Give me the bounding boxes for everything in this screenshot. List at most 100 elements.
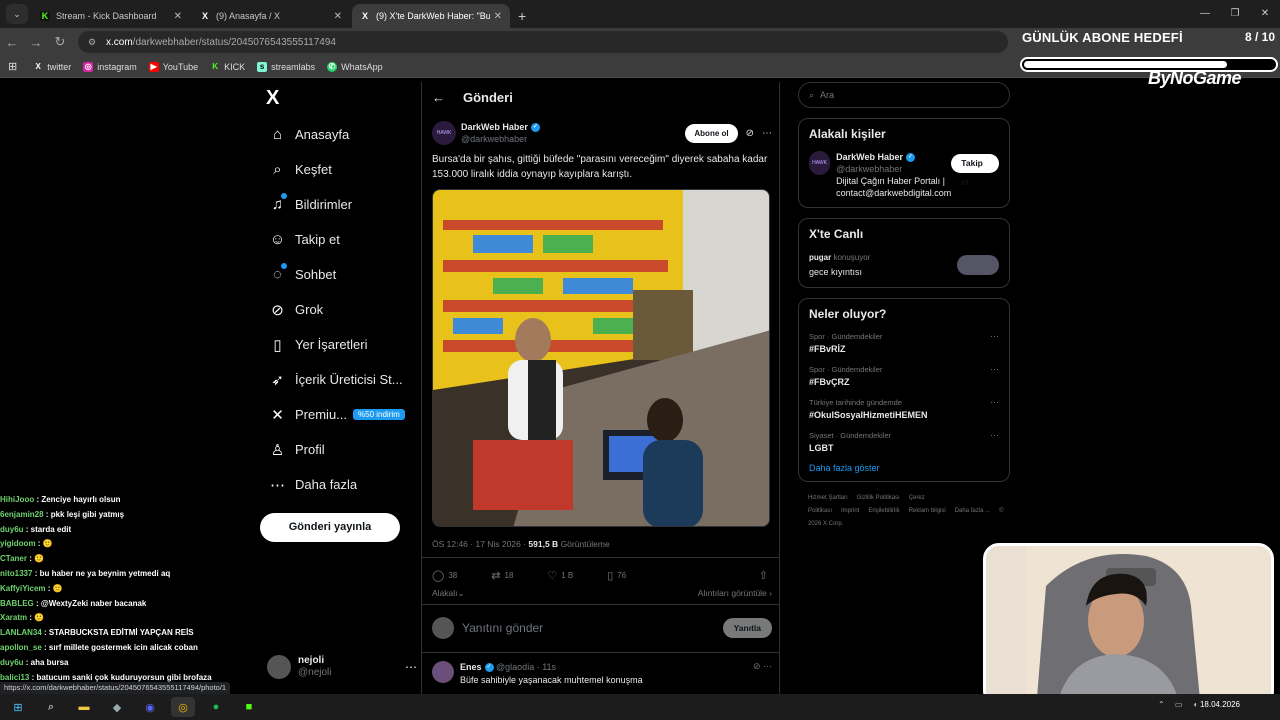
show-more-link[interactable]: Daha fazla göster [809, 463, 999, 473]
chat-username[interactable]: nito1337 [0, 569, 32, 578]
x-icon: X [361, 11, 368, 21]
app-icon[interactable]: ◆ [105, 697, 129, 717]
account-switcher[interactable]: nejoli @nejoli ⋯ [267, 653, 417, 681]
like-action[interactable]: ♡ 1 B [547, 568, 573, 582]
close-tab-icon[interactable]: ✕ [334, 11, 342, 22]
sort-dropdown[interactable]: Alakalı⌄ [432, 588, 465, 599]
post-button[interactable]: Gönderi yayınla [260, 513, 400, 542]
chat-username[interactable]: yigidoom [0, 539, 36, 548]
post-image[interactable] [432, 189, 770, 527]
bookmark-twitter[interactable]: Xtwitter [33, 62, 72, 72]
search-icon[interactable]: ⌕ [39, 697, 63, 717]
bookmark-instagram[interactable]: ◎ instagram [83, 61, 137, 72]
trend-item[interactable]: Spor · Gündemdekiler #FBvÇRZ ⋯ [809, 364, 999, 388]
related-person[interactable]: HAWK DarkWeb Haber ✓ @darkwebhaber Dijita… [809, 151, 999, 199]
share-action[interactable]: ⇧ [759, 568, 772, 582]
chat-username[interactable]: duy6u [0, 658, 24, 667]
nav-item-yer-i-şaretleri[interactable]: ▯ Yer İşaretleri [260, 327, 420, 362]
nav-item-keşfet[interactable]: ⌕ Keşfet [260, 152, 420, 187]
trend-item[interactable]: Siyaset · Gündemdekiler LGBT ⋯ [809, 430, 999, 454]
discord-icon[interactable]: ◉ [138, 697, 162, 717]
nav-item-bildirimler[interactable]: ♫ Bildirimler [260, 187, 420, 222]
bookmark-action[interactable]: ▯ 76 [607, 568, 626, 582]
restore-icon[interactable]: ❐ [1220, 0, 1250, 28]
close-tab-icon[interactable]: ✕ [174, 11, 182, 22]
search-input[interactable]: ⌕ Ara [798, 82, 1010, 108]
live-space[interactable]: pugar konuşuyor gece kıyıntısı [809, 251, 999, 279]
nav-item-profil[interactable]: ♙ Profil [260, 432, 420, 467]
browser-tab[interactable]: X (9) Anasayfa / X ✕ [192, 4, 350, 28]
bookmark-whatsapp[interactable]: ✆ WhatsApp [327, 61, 383, 72]
reply-item[interactable]: Enes ✓ @glaodia · 11s Büfe sahibiyle yaşa… [432, 661, 772, 687]
footer-link[interactable]: Hizmet Şartları [808, 495, 848, 501]
footer-link[interactable]: Imprint [841, 508, 859, 514]
close-window-icon[interactable]: ✕ [1250, 0, 1280, 28]
follow-button[interactable]: Takip et [951, 154, 999, 187]
quotes-link[interactable]: Alıntıları görüntüle › [698, 588, 772, 599]
chat-username[interactable]: CTaner [0, 554, 27, 563]
grok-icon[interactable]: ⊘ ⋯ [753, 661, 772, 687]
bookmark-kick[interactable]: K KICK [210, 62, 245, 72]
chat-username[interactable]: apollon_se [0, 643, 42, 652]
more-icon[interactable]: ⋯ [990, 430, 999, 454]
more-icon[interactable]: ⋯ [990, 364, 999, 388]
site-info-icon[interactable]: ⚙ [88, 37, 100, 48]
chat-username[interactable]: HihiJooo [0, 495, 34, 504]
subscribe-button[interactable]: Abone ol [685, 123, 738, 143]
x-icon: X [201, 11, 208, 21]
nav-item-grok[interactable]: ⊘ Grok [260, 292, 420, 327]
nav-item-takip-et[interactable]: ☺ Takip et [260, 222, 420, 257]
footer-link[interactable]: Erişilebilirlik [868, 508, 899, 514]
back-arrow-icon[interactable]: ← [432, 90, 445, 105]
forward-icon[interactable]: → [24, 35, 48, 50]
footer-link[interactable]: Gizlilik Politikası [857, 495, 900, 501]
more-icon[interactable]: ⋯ [405, 660, 417, 674]
nav-item-daha-fazla[interactable]: ⋯ Daha fazla [260, 467, 420, 502]
footer-link[interactable]: Daha fazla ... [955, 508, 990, 514]
address-bar[interactable]: ⚙ x.com/darkwebhaber/status/204507654355… [78, 31, 1008, 53]
apps-icon[interactable]: ⊞ [8, 60, 17, 73]
reply-input[interactable]: Yanıtını gönder [462, 621, 543, 635]
footer-link[interactable]: Reklam bilgisi [909, 508, 946, 514]
reply-button[interactable]: Yanıtla [722, 618, 772, 638]
trend-item[interactable]: Türkiye tarihinde gündemde #OkulSosyalHiz… [809, 397, 999, 421]
chat-username[interactable]: balici13 [0, 673, 29, 682]
new-tab-icon[interactable]: + [518, 8, 526, 24]
x-logo-icon[interactable]: X [266, 87, 420, 117]
chat-username[interactable]: LANLAN34 [0, 628, 42, 637]
system-tray-icons[interactable]: ⌃ ▭ ◖ [1158, 700, 1202, 709]
author-avatar[interactable]: HAWK [432, 121, 456, 145]
browser-tab[interactable]: K Stream - Kick Dashboard ✕ [32, 4, 190, 28]
kick-app-icon[interactable]: ■ [237, 697, 261, 717]
chat-username[interactable]: duy6u [0, 525, 24, 534]
back-icon[interactable]: ← [0, 35, 24, 50]
chat-username[interactable]: KaffyiYicem [0, 584, 46, 593]
spotify-icon[interactable]: ● [204, 697, 228, 717]
chrome-icon[interactable]: ◎ [171, 697, 195, 717]
author-info[interactable]: DarkWeb Haber ✓ @darkwebhaber [461, 121, 540, 145]
bookmark-streamlabs[interactable]: s streamlabs [257, 61, 315, 72]
nav-item-anasayfa[interactable]: ⌂ Anasayfa [260, 117, 420, 152]
repost-action[interactable]: ⇄ 18 [491, 568, 513, 582]
more-icon[interactable]: ⋯ [990, 397, 999, 421]
reload-icon[interactable]: ↻ [48, 34, 72, 50]
chat-username[interactable]: 6enjamin28 [0, 510, 44, 519]
more-icon[interactable]: ⋯ [990, 331, 999, 355]
close-tab-icon[interactable]: ✕ [494, 11, 502, 22]
minimize-icon[interactable]: — [1190, 0, 1220, 28]
trend-item[interactable]: Spor · Gündemdekiler #FBvRİZ ⋯ [809, 331, 999, 355]
chat-username[interactable]: Xaratm [0, 613, 27, 622]
nav-item-premiu-[interactable]: ✕ Premiu... %50 indirim [260, 397, 420, 432]
tab-search-icon[interactable]: ⌄ [6, 4, 28, 24]
bookmark-youtube[interactable]: ▶ YouTube [148, 61, 198, 72]
grok-icon[interactable]: ⊘ [746, 128, 754, 139]
more-icon[interactable]: ⋯ [762, 128, 772, 139]
nav-item-sohbet[interactable]: ◌ Sohbet [260, 257, 420, 292]
chat-username[interactable]: BABLEG [0, 599, 34, 608]
windows-start-icon[interactable]: ⊞ [6, 697, 30, 717]
file-explorer-icon[interactable]: ▬ [72, 697, 96, 717]
chat-separator: : [43, 509, 51, 519]
reply-action[interactable]: ◯ 38 [432, 568, 457, 582]
nav-item-i-çerik-üreticisi-st-[interactable]: ➶ İçerik Üreticisi St... [260, 362, 420, 397]
browser-tab[interactable]: X (9) X'te DarkWeb Haber: "Bursa... ✕ [352, 4, 510, 28]
